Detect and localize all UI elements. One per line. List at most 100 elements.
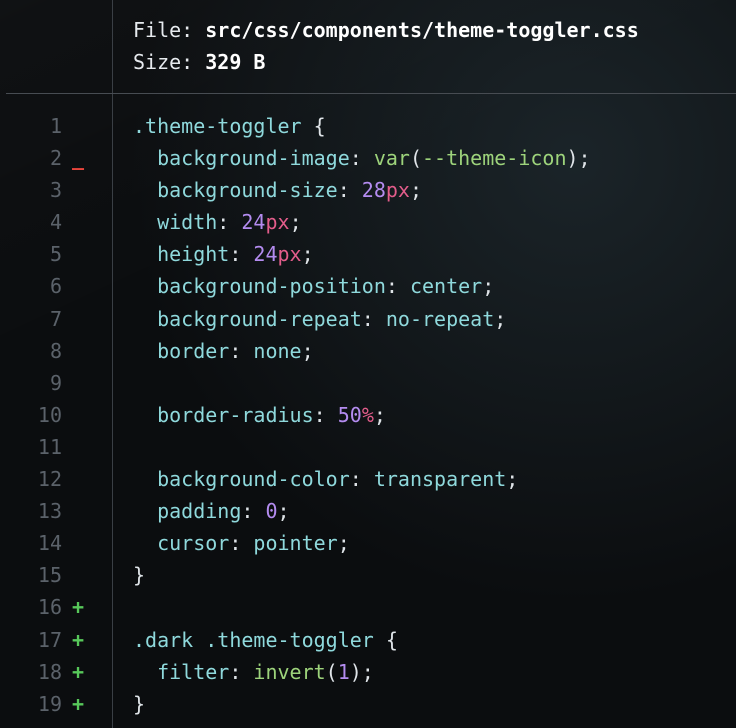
line-number: 10: [37, 402, 62, 427]
line-number: 14: [37, 531, 62, 556]
code-text: }: [133, 688, 145, 720]
code-token: center: [409, 274, 483, 299]
code-line[interactable]: 4 width: 24px;: [0, 206, 736, 238]
code-line[interactable]: 3 background-size: 28px;: [0, 174, 736, 206]
code-line[interactable]: 5 height: 24px;: [0, 238, 736, 270]
code-token: 24: [241, 210, 266, 235]
code-token: px: [265, 210, 290, 235]
code-token: .theme-toggler: [133, 114, 302, 138]
code-token: (: [409, 146, 423, 171]
code-token: :: [217, 210, 242, 235]
code-line[interactable]: 13 padding: 0;: [0, 495, 736, 527]
added-line-marker: +: [72, 691, 85, 716]
code-line[interactable]: 18 + filter: invert(1);: [0, 656, 736, 688]
code-line[interactable]: 17 + .dark .theme-toggler {: [0, 624, 736, 656]
code-text: .dark .theme-toggler {: [133, 624, 398, 656]
code-token: :: [313, 402, 338, 427]
size-value: 329 B: [205, 50, 266, 74]
code-line[interactable]: 16 +: [0, 591, 736, 623]
line-number: 11: [37, 434, 62, 459]
code-token: :: [229, 242, 254, 267]
removed-line-marker: _: [72, 146, 85, 171]
code-text: border: none;: [133, 335, 314, 367]
code-text: filter: invert(1);: [133, 656, 374, 688]
code-line[interactable]: 11: [0, 431, 736, 463]
code-text: background-repeat: no-repeat;: [133, 303, 506, 335]
code-token: background-repeat: [133, 306, 362, 331]
code-token: :: [349, 146, 374, 171]
code-token: :: [229, 338, 254, 363]
line-number: 2: [49, 146, 62, 171]
line-number: 8: [49, 338, 62, 363]
code-token: background-position: [133, 274, 386, 299]
code-line[interactable]: 15}: [0, 559, 736, 591]
code-token: no-repeat: [385, 306, 495, 331]
size-label: Size:: [133, 50, 194, 74]
code-line[interactable]: 1 .theme-toggler {: [0, 110, 736, 142]
code-token: :: [349, 467, 374, 492]
code-token: %: [361, 402, 374, 427]
code-token: padding: [133, 499, 242, 524]
code-token: 28: [361, 178, 386, 203]
code-token: :: [229, 659, 254, 684]
code-token: }: [133, 563, 146, 588]
line-number: 4: [49, 210, 62, 235]
line-number: 9: [49, 370, 62, 395]
code-token: ;: [494, 306, 507, 331]
code-text: background-image: var(--theme-icon);: [133, 142, 591, 174]
code-line[interactable]: 6 background-position: center;: [0, 270, 736, 302]
code-token: :: [337, 178, 362, 203]
file-path[interactable]: src/css/components/theme-toggler.css: [205, 18, 638, 42]
code-token: border-radius: [133, 402, 314, 427]
code-token: );: [566, 146, 591, 171]
code-token: invert: [253, 659, 326, 684]
code-line[interactable]: 8 border: none;: [0, 335, 736, 367]
code-line[interactable]: 7 background-repeat: no-repeat;: [0, 303, 736, 335]
code-text: background-size: 28px;: [133, 174, 422, 206]
code-token: filter: [133, 659, 230, 684]
code-line[interactable]: 14 cursor: pointer;: [0, 527, 736, 559]
code-line[interactable]: 2 _ background-image: var(--theme-icon);: [0, 142, 736, 174]
code-token: ;: [301, 242, 314, 267]
code-token: :: [385, 274, 410, 299]
code-token: ;: [277, 499, 290, 524]
code-line[interactable]: 19 +}: [0, 688, 736, 720]
line-number: 13: [37, 499, 62, 524]
file-label: File:: [133, 18, 194, 42]
code-token: ;: [337, 531, 350, 556]
line-number: 18: [37, 659, 62, 684]
file-info-row: File: src/css/components/theme-toggler.c…: [133, 14, 639, 46]
line-number: 1: [49, 114, 62, 138]
code-text: background-color: transparent;: [133, 463, 518, 495]
code-text: cursor: pointer;: [133, 527, 350, 559]
code-line[interactable]: 10 border-radius: 50%;: [0, 399, 736, 431]
line-number: 16: [37, 595, 62, 620]
code-token: 50: [337, 402, 362, 427]
code-view[interactable]: 1 .theme-toggler {2 _ background-image: va…: [0, 110, 736, 720]
line-number: 12: [37, 467, 62, 492]
line-number: 3: [49, 178, 62, 203]
code-line[interactable]: 12 background-color: transparent;: [0, 463, 736, 495]
code-line[interactable]: 9: [0, 367, 736, 399]
code-token: width: [133, 210, 218, 235]
code-token: :: [229, 531, 254, 556]
code-token: px: [277, 242, 302, 267]
code-token: --theme-icon: [422, 146, 567, 171]
code-token: ;: [301, 338, 314, 363]
code-token: height: [133, 242, 230, 267]
code-token: 0: [265, 499, 278, 524]
code-token: var: [373, 146, 410, 171]
code-token: }: [133, 691, 146, 716]
code-token: );: [349, 659, 374, 684]
code-token: 1: [337, 659, 350, 684]
code-token: ;: [409, 178, 423, 203]
line-number: 17: [37, 627, 62, 652]
code-token: transparent: [373, 467, 507, 492]
line-number: 6: [49, 274, 62, 299]
code-token: border: [133, 338, 230, 363]
added-line-marker: +: [72, 659, 85, 684]
line-number: 15: [37, 563, 62, 588]
code-text: height: 24px;: [133, 238, 314, 270]
code-text: padding: 0;: [133, 495, 290, 527]
code-text: background-position: center;: [133, 270, 494, 302]
